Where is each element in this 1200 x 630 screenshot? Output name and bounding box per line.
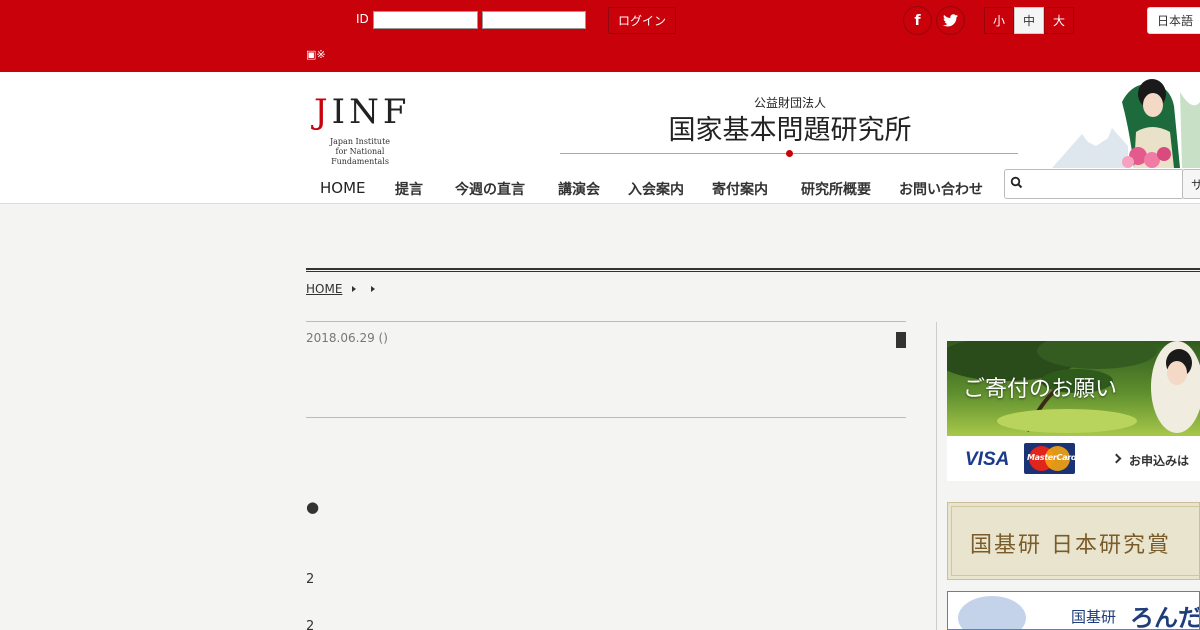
nav-membership[interactable]: 入会案内: [628, 179, 684, 199]
article-bullet: ●: [306, 498, 320, 516]
org-title: 国家基本問題研究所: [668, 115, 912, 146]
nav-proposals[interactable]: 提言: [395, 179, 423, 199]
breadcrumb-home[interactable]: HOME: [306, 282, 342, 296]
article-tag: [896, 332, 906, 348]
donation-apply-link[interactable]: お申込みは: [1129, 452, 1189, 469]
prize-title: 国基研 日本研究賞: [970, 533, 1171, 558]
login-note: ▣※: [306, 48, 326, 61]
nav-weekly-opinion[interactable]: 今週の直言: [455, 179, 525, 199]
font-size-small-button[interactable]: 小: [984, 7, 1014, 34]
nav-lectures[interactable]: 講演会: [558, 179, 600, 199]
nav-donation[interactable]: 寄付案内: [712, 179, 768, 199]
sidebar-divider: [936, 322, 937, 630]
article-bottom-rule: [306, 417, 906, 418]
donation-banner[interactable]: ご寄付のお願い VISA MasterCard お申込みは: [947, 341, 1200, 481]
article-text: 2: [306, 619, 315, 630]
nav-about[interactable]: 研究所概要: [801, 179, 871, 199]
search-icon: [1010, 176, 1023, 189]
mastercard-logo: MasterCard: [1024, 443, 1075, 474]
language-button[interactable]: 日本語: [1147, 7, 1200, 34]
article-text: 2: [306, 572, 315, 587]
id-label: ID: [356, 12, 369, 26]
ronda-bubble-icon: [958, 596, 1026, 629]
header-kimono-image: [1052, 79, 1200, 168]
title-dot: [786, 150, 793, 157]
login-id-input[interactable]: [373, 11, 478, 29]
twitter-icon[interactable]: [936, 6, 965, 35]
font-size-medium-button[interactable]: 中: [1014, 7, 1044, 34]
search-button[interactable]: サ: [1182, 169, 1200, 199]
logo-subtitle: Japan Institute for National Fundamental…: [329, 137, 391, 166]
research-prize-banner[interactable]: 国基研 日本研究賞: [947, 502, 1200, 580]
content-top-rule: [306, 268, 1200, 272]
site-logo[interactable]: JINF: [314, 92, 410, 132]
breadcrumb-arrow-icon: [352, 286, 356, 292]
visa-logo: VISA: [965, 449, 1010, 470]
facebook-icon[interactable]: f: [903, 6, 932, 35]
login-button[interactable]: ログイン: [608, 7, 676, 34]
nav-contact[interactable]: お問い合わせ: [899, 179, 983, 199]
article-date: 2018.06.29 (): [306, 331, 388, 345]
ronda-title: ろんだ: [1130, 604, 1200, 630]
search-input[interactable]: [1004, 169, 1184, 199]
top-bar: ID ログイン ▣※ f 小 中 大 日本語: [0, 0, 1200, 72]
login-password-input[interactable]: [482, 11, 586, 29]
ronda-prefix: 国基研: [1071, 608, 1117, 626]
nav-home[interactable]: HOME: [320, 179, 366, 197]
chevron-right-icon: [1111, 453, 1122, 464]
breadcrumb-arrow-icon: [371, 286, 375, 292]
font-size-large-button[interactable]: 大: [1044, 7, 1074, 34]
site-header: JINF Japan Institute for National Fundam…: [0, 72, 1200, 204]
article-top-rule: [306, 321, 906, 322]
ronda-banner[interactable]: 国基研 ろんだ: [947, 591, 1200, 630]
donation-title: ご寄付のお願い: [963, 377, 1118, 402]
